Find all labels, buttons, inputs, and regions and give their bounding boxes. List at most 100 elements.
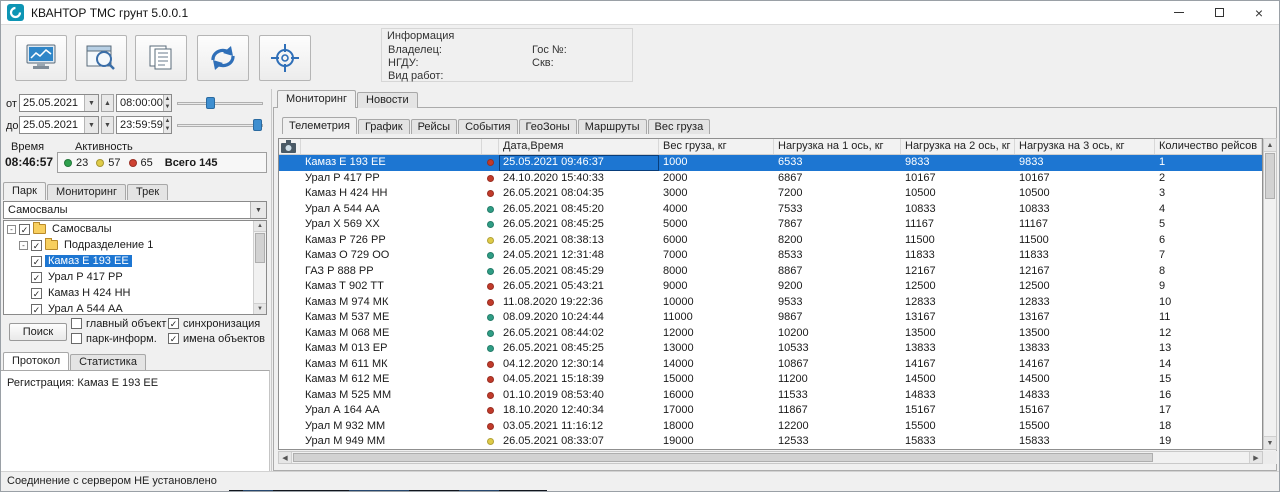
table-row[interactable]: Камаз Е 193 ЕЕ 25.05.2021 09:46:37 1000 653… bbox=[279, 155, 1262, 171]
sub-tab-4[interactable]: События bbox=[458, 119, 518, 134]
search-toolbar-button[interactable] bbox=[75, 35, 127, 81]
unchecked-checkbox-icon[interactable] bbox=[71, 318, 82, 329]
table-row[interactable]: Камаз Н 424 НН 26.05.2021 08:04:35 3000 720… bbox=[279, 186, 1262, 202]
from-date-input[interactable]: 25.05.2021 ▼ bbox=[19, 94, 99, 112]
report-toolbar-button[interactable] bbox=[135, 35, 187, 81]
table-row[interactable]: Камаз М 611 МК 04.12.2020 12:30:14 14000 10… bbox=[279, 357, 1262, 373]
column-header[interactable]: Нагрузка на 1 ось, кг bbox=[774, 139, 901, 154]
to-time-slider[interactable] bbox=[177, 117, 263, 133]
protocol-tab-2[interactable]: Статистика bbox=[70, 354, 146, 370]
status-column-header[interactable] bbox=[482, 139, 499, 154]
park-combo[interactable]: Самосвалы ▼ bbox=[3, 201, 267, 219]
maximize-button[interactable] bbox=[1199, 1, 1239, 24]
scrollbar-thumb[interactable] bbox=[293, 453, 1153, 462]
scroll-left-icon[interactable]: ◀ bbox=[279, 452, 292, 463]
time-spinner[interactable]: ▲ ▼ bbox=[162, 117, 171, 133]
scroll-down-icon[interactable]: ▼ bbox=[1264, 436, 1276, 449]
column-header[interactable]: Дата,Время bbox=[499, 139, 659, 154]
main-tab-1[interactable]: Мониторинг bbox=[277, 90, 357, 108]
table-horizontal-scrollbar[interactable]: ◀ ▶ bbox=[278, 451, 1263, 464]
table-vertical-scrollbar[interactable]: ▲ ▼ bbox=[1263, 138, 1277, 450]
tree-item[interactable]: ✓ Урал А 544 АА bbox=[4, 301, 253, 314]
scroll-up-icon[interactable]: ▲ bbox=[1264, 139, 1276, 152]
table-row[interactable]: Камаз Т 902 ТТ 26.05.2021 05:43:21 9000 920… bbox=[279, 279, 1262, 295]
from-spin-up-button[interactable]: ▲ bbox=[101, 94, 114, 112]
checked-checkbox-icon[interactable]: ✓ bbox=[168, 333, 179, 344]
tree-checkbox[interactable]: ✓ bbox=[19, 223, 30, 235]
tree-checkbox[interactable]: ✓ bbox=[31, 255, 42, 267]
tree-item[interactable]: ✓ Камаз Е 193 ЕЕ bbox=[4, 253, 253, 269]
to-spin-down-button[interactable]: ▼ bbox=[101, 116, 114, 134]
table-row[interactable]: Камаз М 068 МЕ 26.05.2021 08:44:02 12000 10… bbox=[279, 326, 1262, 342]
tree-item[interactable]: ✓ Урал Р 417 РР bbox=[4, 269, 253, 285]
from-time-input[interactable]: 08:00:00 ▲ ▼ bbox=[116, 94, 172, 112]
tree-checkbox[interactable]: ✓ bbox=[31, 239, 42, 251]
close-button[interactable]: × bbox=[1239, 1, 1279, 24]
table-row[interactable]: Урал А 544 АА 26.05.2021 08:45:20 4000 7533… bbox=[279, 202, 1262, 218]
chevron-down-icon[interactable]: ▼ bbox=[250, 202, 266, 218]
table-row[interactable]: Камаз М 525 ММ 01.10.2019 08:53:40 16000 11… bbox=[279, 388, 1262, 404]
sync-toolbar-button[interactable] bbox=[197, 35, 249, 81]
slider-thumb[interactable] bbox=[252, 119, 262, 131]
tree-item[interactable]: - ✓ Подразделение 1 bbox=[4, 237, 253, 253]
tree-item[interactable]: ✓ Камаз Н 424 НН bbox=[4, 285, 253, 301]
table-row[interactable]: Камаз М 612 МЕ 04.05.2021 15:18:39 15000 11… bbox=[279, 372, 1262, 388]
tree-checkbox[interactable]: ✓ bbox=[31, 303, 42, 314]
park-tab-3[interactable]: Трек bbox=[126, 184, 169, 200]
time-spinner[interactable]: ▲ ▼ bbox=[162, 95, 171, 111]
table-row[interactable]: Камаз М 013 ЕР 26.05.2021 08:45:25 13000 10… bbox=[279, 341, 1262, 357]
table-row[interactable]: Камаз Р 726 РР 26.05.2021 08:38:13 6000 820… bbox=[279, 233, 1262, 249]
sub-tab-2[interactable]: График bbox=[357, 119, 410, 134]
column-header[interactable]: Нагрузка на 2 ось, кг bbox=[901, 139, 1015, 154]
scrollbar-thumb[interactable] bbox=[255, 233, 265, 263]
option-checkbox[interactable]: парк-информ. bbox=[71, 333, 168, 345]
table-row[interactable]: Урал А 164 АА 18.10.2020 12:40:34 17000 118… bbox=[279, 403, 1262, 419]
table-row[interactable]: Урал Р 417 РР 24.10.2020 15:40:33 2000 6867… bbox=[279, 171, 1262, 187]
checked-checkbox-icon[interactable]: ✓ bbox=[168, 318, 179, 329]
to-date-input[interactable]: 25.05.2021 ▼ bbox=[19, 116, 99, 134]
sub-tab-7[interactable]: Вес груза bbox=[647, 119, 711, 134]
option-checkbox[interactable]: ✓ имена объектов bbox=[168, 333, 265, 345]
table-row[interactable]: Урал М 949 ММ 26.05.2021 08:33:07 19000 125… bbox=[279, 434, 1262, 449]
unchecked-checkbox-icon[interactable] bbox=[71, 333, 82, 344]
scrollbar-thumb[interactable] bbox=[1265, 153, 1275, 199]
camera-icon-cell[interactable] bbox=[279, 139, 301, 154]
vehicle-column-header[interactable] bbox=[301, 139, 482, 154]
minimize-button[interactable] bbox=[1159, 1, 1199, 24]
sub-tab-3[interactable]: Рейсы bbox=[410, 119, 458, 134]
column-header[interactable]: Нагрузка на 3 ось, кг bbox=[1015, 139, 1155, 154]
tree-scrollbar[interactable]: ▲ ▼ bbox=[253, 221, 266, 314]
park-tab-1[interactable]: Парк bbox=[3, 182, 46, 200]
table-row[interactable]: Урал М 932 ММ 03.05.2021 11:16:12 18000 122… bbox=[279, 419, 1262, 435]
tree-checkbox[interactable]: ✓ bbox=[31, 271, 42, 283]
panel-splitter[interactable] bbox=[271, 89, 272, 471]
scroll-down-icon[interactable]: ▼ bbox=[254, 303, 266, 314]
table-row[interactable]: Камаз М 537 МЕ 08.09.2020 10:24:44 11000 98… bbox=[279, 310, 1262, 326]
table-row[interactable]: ГАЗ Р 888 РР 26.05.2021 08:45:29 8000 8867 1… bbox=[279, 264, 1262, 280]
search-button[interactable]: Поиск bbox=[9, 323, 67, 341]
park-tab-2[interactable]: Мониторинг bbox=[46, 184, 126, 200]
sub-tab-6[interactable]: Маршруты bbox=[577, 119, 647, 134]
scroll-right-icon[interactable]: ▶ bbox=[1249, 452, 1262, 463]
column-header[interactable]: Вес груза, кг bbox=[659, 139, 774, 154]
table-row[interactable]: Урал Х 569 ХХ 26.05.2021 08:45:25 5000 7867… bbox=[279, 217, 1262, 233]
target-toolbar-button[interactable] bbox=[259, 35, 311, 81]
monitoring-toolbar-button[interactable] bbox=[15, 35, 67, 81]
table-row[interactable]: Камаз М 974 МК 11.08.2020 19:22:36 10000 95… bbox=[279, 295, 1262, 311]
tree-expander-icon[interactable]: - bbox=[7, 224, 16, 234]
from-time-slider[interactable] bbox=[177, 95, 263, 111]
tree-item[interactable]: - ✓ Самосвалы bbox=[4, 221, 253, 237]
protocol-tab-1[interactable]: Протокол bbox=[3, 352, 70, 370]
sub-tab-1[interactable]: Телеметрия bbox=[282, 117, 357, 134]
slider-thumb[interactable] bbox=[206, 97, 216, 109]
main-tab-2[interactable]: Новости bbox=[357, 92, 418, 108]
tree-checkbox[interactable]: ✓ bbox=[31, 287, 42, 299]
option-checkbox[interactable]: ✓ синхронизация bbox=[168, 318, 265, 330]
chevron-down-icon[interactable]: ▼ bbox=[84, 117, 98, 133]
option-checkbox[interactable]: главный объект bbox=[71, 318, 168, 330]
column-header[interactable]: Количество рейсов bbox=[1155, 139, 1262, 154]
sub-tab-5[interactable]: ГеоЗоны bbox=[518, 119, 577, 134]
chevron-down-icon[interactable]: ▼ bbox=[84, 95, 98, 111]
scroll-up-icon[interactable]: ▲ bbox=[254, 221, 266, 232]
table-row[interactable]: Камаз О 729 ОО 24.05.2021 12:31:48 7000 853… bbox=[279, 248, 1262, 264]
